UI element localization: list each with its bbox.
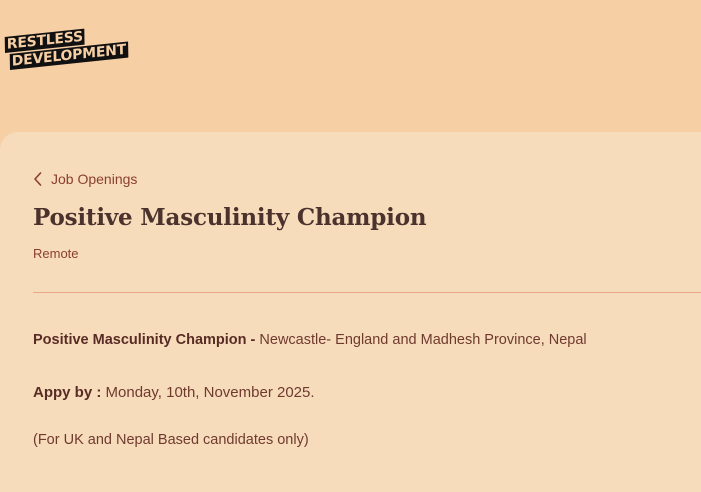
- job-title: Positive Masculinity Champion: [33, 204, 427, 231]
- job-location: Remote: [33, 246, 79, 261]
- restless-development-logo[interactable]: RESTLESS DEVELOPMENT: [4, 28, 134, 89]
- role-label: Positive Masculinity Champion -: [33, 332, 256, 348]
- eligibility-note: (For UK and Nepal Based candidates only): [33, 432, 309, 448]
- role-locations: Newcastle- England and Madhesh Province,…: [255, 332, 587, 348]
- back-to-job-openings-link[interactable]: Job Openings: [33, 171, 137, 187]
- section-divider: [33, 292, 701, 293]
- apply-deadline: Appy by : Monday, 10th, November 2025.: [33, 384, 315, 401]
- apply-date: Monday, 10th, November 2025.: [101, 384, 315, 401]
- chevron-left-icon: [33, 171, 43, 187]
- role-summary: Positive Masculinity Champion - Newcastl…: [33, 332, 587, 348]
- back-link-label: Job Openings: [51, 171, 138, 187]
- apply-label: Appy by :: [33, 384, 102, 401]
